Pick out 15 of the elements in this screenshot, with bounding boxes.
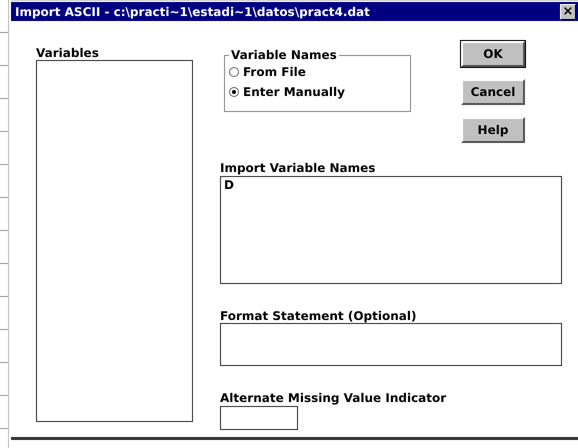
missing-value-label: Alternate Missing Value Indicator xyxy=(220,391,448,405)
format-field[interactable] xyxy=(220,323,562,366)
dialog-button[interactable]: Help xyxy=(461,117,525,143)
radio-option[interactable]: Enter Manually xyxy=(229,82,410,102)
import-names-field[interactable]: D xyxy=(220,176,562,284)
missing-value-field[interactable] xyxy=(220,406,298,430)
variables-label: Variables xyxy=(36,46,100,60)
import-names-label: Import Variable Names xyxy=(220,161,376,175)
format-label: Format Statement (Optional) xyxy=(220,309,418,323)
dialog-button[interactable]: Cancel xyxy=(461,79,525,105)
dialog-button[interactable]: OK xyxy=(461,41,525,67)
close-button[interactable]: × xyxy=(560,4,576,20)
window-title: Import ASCII - c:\practi~1\estadi~1\datos\pract4.dat xyxy=(15,4,371,18)
radio-option[interactable]: From File xyxy=(229,62,410,82)
group-label: Variable Names xyxy=(230,48,338,62)
